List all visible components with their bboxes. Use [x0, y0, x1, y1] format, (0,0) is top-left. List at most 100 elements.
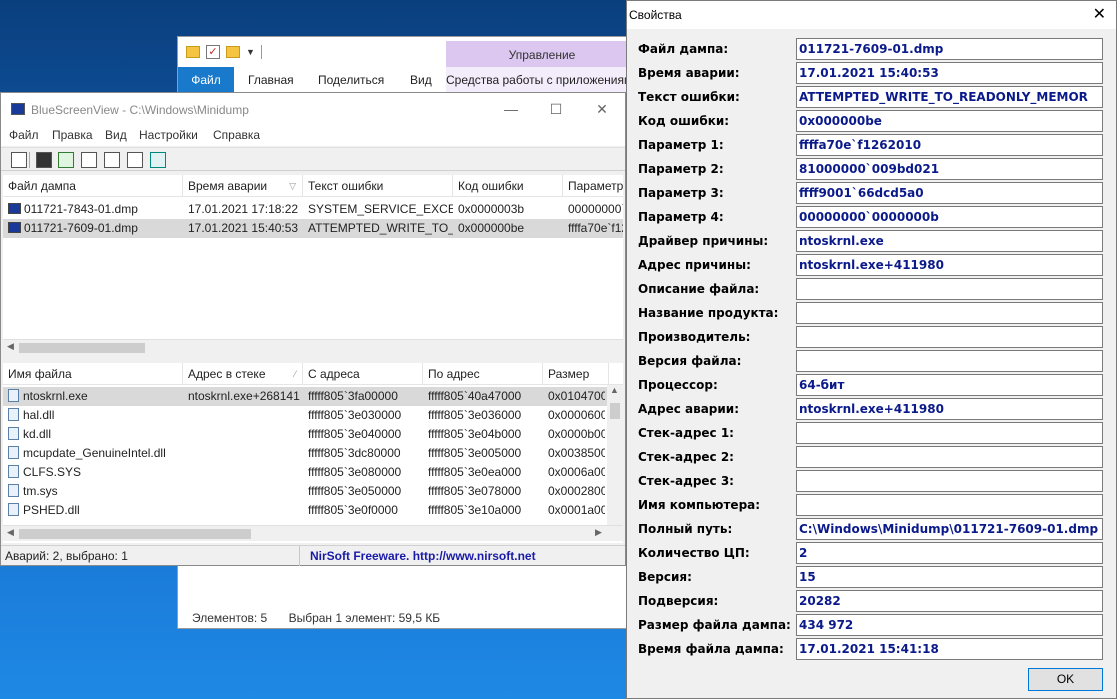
property-value-field[interactable]: 00000000`0000000b: [796, 206, 1103, 228]
customize-dropdown-icon[interactable]: ▼: [246, 47, 255, 57]
property-label: Код ошибки:: [638, 114, 730, 128]
menu-view[interactable]: Вид: [105, 128, 127, 142]
table-row[interactable]: CLFS.SYS fffff805`3e080000 fffff805`3e0ea0…: [3, 463, 607, 482]
exit-icon[interactable]: [150, 152, 166, 168]
property-value-field[interactable]: [796, 422, 1103, 444]
property-value-field[interactable]: 81000000`009bd021: [796, 158, 1103, 180]
menu-file[interactable]: Файл: [9, 128, 39, 142]
table-row[interactable]: hal.dll fffff805`3e030000 fffff805`3e03600…: [3, 406, 607, 425]
table-row[interactable]: PSHED.dll fffff805`3e0f0000 fffff805`3e10a…: [3, 501, 607, 520]
column-bug-check-code[interactable]: Код ошибки: [453, 175, 563, 197]
menu-help[interactable]: Справка: [213, 128, 260, 142]
table-row[interactable]: tm.sys fffff805`3e050000 fffff805`3e078000…: [3, 482, 607, 501]
tab-share[interactable]: Поделиться: [318, 67, 384, 93]
property-value-field[interactable]: [796, 326, 1103, 348]
to-address-cell: fffff805`3e0ea000: [428, 465, 522, 479]
horizontal-scrollbar[interactable]: ◀ ▶: [3, 525, 623, 541]
property-row: Стек-адрес 1:: [627, 422, 1117, 444]
property-value-field[interactable]: ATTEMPTED_WRITE_TO_READONLY_MEMOR: [796, 86, 1103, 108]
property-value-field[interactable]: 434 972: [796, 614, 1103, 636]
property-value-field[interactable]: 20282: [796, 590, 1103, 612]
property-value-field[interactable]: [796, 494, 1103, 516]
property-label: Время аварии:: [638, 66, 740, 80]
module-filename-cell: CLFS.SYS: [3, 463, 183, 482]
property-row: Количество ЦП: 2: [627, 542, 1117, 564]
properties-icon[interactable]: [104, 152, 120, 168]
column-parameter[interactable]: Параметр: [563, 175, 623, 197]
property-value-field[interactable]: ntoskrnl.exe+411980: [796, 398, 1103, 420]
table-row[interactable]: kd.dll fffff805`3e040000 fffff805`3e04b000…: [3, 425, 607, 444]
property-value-field[interactable]: 2: [796, 542, 1103, 564]
column-address-in-stack[interactable]: Адрес в стеке ⁄: [183, 363, 303, 385]
property-value-field[interactable]: 0x000000be: [796, 110, 1103, 132]
table-row-selected[interactable]: ntoskrnl.exe ntoskrnl.exe+268141 fffff805`…: [3, 387, 607, 406]
close-icon[interactable]: ✕: [1093, 4, 1106, 24]
property-value-field[interactable]: [796, 302, 1103, 324]
property-value-field[interactable]: ntoskrnl.exe: [796, 230, 1103, 252]
property-value-field[interactable]: 15: [796, 566, 1103, 588]
properties-check-icon[interactable]: ✓: [206, 45, 220, 59]
table-row-selected[interactable]: 011721-7609-01.dmp 17.01.2021 15:40:53 A…: [3, 219, 623, 238]
menu-edit[interactable]: Правка: [52, 128, 93, 142]
property-value-field[interactable]: 17.01.2021 15:41:18: [796, 638, 1103, 660]
item-count: Элементов: 5: [192, 611, 268, 625]
property-value-field[interactable]: ntoskrnl.exe+411980: [796, 254, 1103, 276]
close-button[interactable]: ✕: [592, 99, 612, 119]
tab-application-tools[interactable]: Средства работы с приложениями: [446, 67, 638, 93]
save-icon[interactable]: [36, 152, 52, 168]
copy-icon[interactable]: [81, 152, 97, 168]
scroll-up-icon[interactable]: ▲: [610, 385, 619, 395]
ok-button[interactable]: OK: [1028, 668, 1103, 691]
property-value-field[interactable]: 64-бит: [796, 374, 1103, 396]
horizontal-scrollbar[interactable]: ◀: [3, 339, 623, 355]
column-bug-check-string[interactable]: Текст ошибки: [303, 175, 453, 197]
column-size[interactable]: Размер: [543, 363, 609, 385]
column-from-address[interactable]: С адреса: [303, 363, 423, 385]
menu-options[interactable]: Настройки: [139, 128, 198, 142]
explorer-status-bar: Элементов: 5 Выбран 1 элемент: 59,5 КБ: [192, 611, 458, 625]
property-row: Код ошибки: 0x000000be: [627, 110, 1117, 132]
property-value-field[interactable]: [796, 278, 1103, 300]
size-cell: 0x01047000: [548, 389, 605, 403]
scrollbar-thumb[interactable]: [19, 529, 251, 539]
scroll-left-icon[interactable]: ◀: [7, 341, 14, 352]
minimize-button[interactable]: —: [501, 99, 521, 119]
maximize-button[interactable]: ☐: [546, 99, 566, 119]
property-value-field[interactable]: [796, 350, 1103, 372]
tab-view[interactable]: Вид: [410, 67, 432, 93]
table-row[interactable]: mcupdate_GenuineIntel.dll fffff805`3dc800…: [3, 444, 607, 463]
properties-window-icon[interactable]: [11, 152, 27, 168]
window-title: BlueScreenView - C:\Windows\Minidump: [31, 103, 249, 117]
tab-file[interactable]: Файл: [178, 67, 234, 93]
size-cell: 0x00028000: [548, 484, 605, 498]
column-filename[interactable]: Имя файла: [3, 363, 183, 385]
property-value-field[interactable]: C:\Windows\Minidump\011721-7609-01.dmp: [796, 518, 1103, 540]
new-folder-icon[interactable]: [226, 46, 240, 58]
module-filename-cell: hal.dll: [3, 406, 183, 425]
refresh-icon[interactable]: [58, 152, 74, 168]
column-crash-time[interactable]: Время аварии ▽: [183, 175, 303, 197]
property-value-field[interactable]: ffff9001`66dcd5a0: [796, 182, 1103, 204]
property-label: Стек-адрес 1:: [638, 426, 734, 440]
property-value-field[interactable]: 17.01.2021 15:40:53: [796, 62, 1103, 84]
column-to-address[interactable]: По адрес: [423, 363, 543, 385]
property-value-field[interactable]: [796, 446, 1103, 468]
property-value-field[interactable]: 011721-7609-01.dmp: [796, 38, 1103, 60]
from-address-cell: fffff805`3e050000: [308, 484, 402, 498]
column-dump-file[interactable]: Файл дампа: [3, 175, 183, 197]
vertical-scrollbar[interactable]: ▲: [607, 385, 623, 525]
scrollbar-thumb[interactable]: [610, 403, 620, 419]
folder-icon[interactable]: [186, 46, 200, 58]
scrollbar-thumb[interactable]: [19, 343, 145, 353]
table-row[interactable]: 011721-7843-01.dmp 17.01.2021 17:18:22 S…: [3, 200, 623, 219]
module-filename: hal.dll: [23, 408, 55, 422]
nirsoft-link[interactable]: NirSoft Freeware. http://www.nirsoft.net: [310, 549, 536, 563]
find-icon[interactable]: [127, 152, 143, 168]
module-filename: PSHED.dll: [23, 503, 80, 517]
property-value-field[interactable]: ffffa70e`f1262010: [796, 134, 1103, 156]
bug-check-string-cell: ATTEMPTED_WRITE_TO_...: [308, 221, 453, 235]
scroll-right-icon[interactable]: ▶: [595, 527, 602, 538]
scroll-left-icon[interactable]: ◀: [7, 527, 14, 538]
tab-home[interactable]: Главная: [248, 67, 294, 93]
property-value-field[interactable]: [796, 470, 1103, 492]
